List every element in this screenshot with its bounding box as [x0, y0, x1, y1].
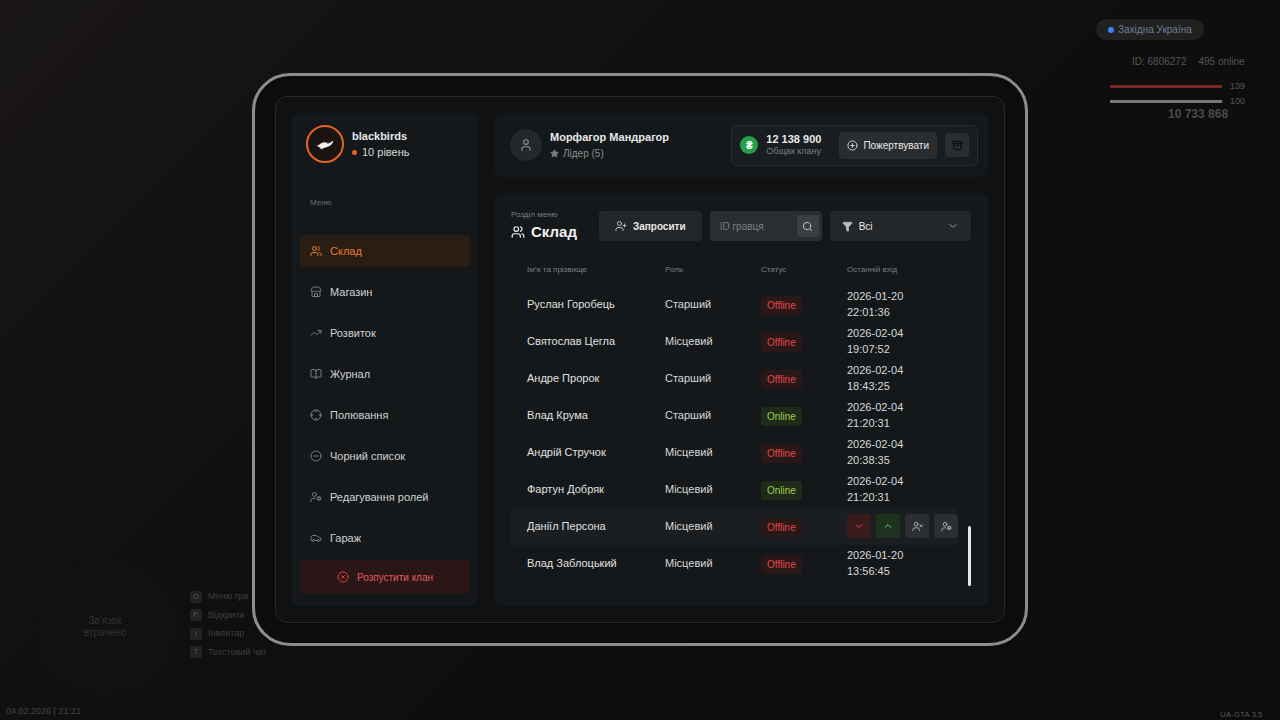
table-header: Ім'я та прізвищеРольСтатусОстанній вхід: [511, 264, 971, 286]
clan-info: blackbirds10 рівень: [300, 125, 470, 163]
health-bar: 139: [1110, 80, 1250, 94]
main-area: Морфагор МандрагорЛідер (5)₴12 138 900Об…: [494, 113, 988, 606]
promote-button[interactable]: [876, 514, 900, 538]
table-row[interactable]: Влад КрумаСтаршийOnline2026-02-04 21:20:…: [511, 397, 957, 434]
status-badge: Online: [761, 407, 802, 426]
player-info: ID: 6806272495 online: [1132, 54, 1245, 69]
table-row[interactable]: Руслан ГоробецьСтаршийOffline2026-01-20 …: [511, 286, 957, 323]
sidebar-item[interactable]: Чорний список: [300, 440, 470, 472]
clan-logo-icon: [306, 125, 344, 163]
filter-dropdown[interactable]: Всі: [830, 211, 971, 241]
row-actions: [847, 514, 958, 538]
role-button[interactable]: [934, 514, 958, 538]
armor-bar: 100: [1110, 95, 1250, 109]
status-badge: Online: [761, 481, 802, 500]
table-row[interactable]: Андрій СтручокМісцевийOffline2026-02-04 …: [511, 434, 957, 471]
content-panel: Розділ менюСкладЗапроситиID гравцяВсіІм'…: [494, 193, 988, 606]
region-badge: Західна Україна: [1096, 19, 1204, 40]
game-screen: Західна УкраїнаID: 6806272495 online1391…: [0, 0, 1280, 720]
table-row[interactable]: Влад ЗаблоцькийМісцевийOffline2026-01-20…: [511, 545, 957, 582]
sidebar-item[interactable]: Гараж: [300, 522, 470, 552]
player-id-search[interactable]: ID гравця: [710, 211, 822, 241]
sidebar: blackbirds10 рівеньМенюСкладМагазинРозви…: [292, 113, 478, 606]
table-row[interactable]: Андре ПророкСтаршийOffline2026-02-04 18:…: [511, 360, 957, 397]
avatar-icon: [510, 129, 542, 161]
minimap: Зв'язок втрачено: [32, 558, 178, 696]
dissolve-clan-button[interactable]: Розпустити клан: [300, 560, 470, 594]
level-dot-icon: [352, 150, 357, 155]
donate-button[interactable]: Пожертвувати: [839, 132, 937, 159]
kick-button[interactable]: [905, 514, 929, 538]
status-badge: Offline: [761, 296, 802, 315]
invite-button[interactable]: Запросити: [599, 211, 702, 241]
currency-icon: ₴: [740, 136, 758, 154]
datetime: 04.02.2026 | 21:21: [6, 705, 81, 719]
status-badge: Offline: [761, 518, 802, 537]
status-badge: Offline: [761, 333, 802, 352]
region-dot-icon: [1108, 27, 1114, 33]
status-badge: Offline: [761, 555, 802, 574]
sidebar-item[interactable]: Магазин: [300, 276, 470, 308]
version: UA-GTA 3.5: [1220, 709, 1263, 720]
sidebar-item[interactable]: Журнал: [300, 358, 470, 390]
status-badge: Offline: [761, 370, 802, 389]
key-hint: IІнвентар: [190, 627, 267, 641]
money-display: 10 733 868: [1168, 105, 1228, 123]
header: Морфагор МандрагорЛідер (5)₴12 138 900Об…: [494, 113, 988, 177]
sidebar-item[interactable]: Розвиток: [300, 317, 470, 349]
tablet: blackbirds10 рівеньМенюСкладМагазинРозви…: [252, 73, 1028, 646]
sidebar-item[interactable]: Полювання: [300, 399, 470, 431]
balance-box: ₴12 138 900Общак клануПожертвувати: [731, 125, 978, 166]
scrollbar[interactable]: [968, 526, 971, 586]
search-icon[interactable]: [797, 215, 819, 237]
table-body: Руслан ГоробецьСтаршийOffline2026-01-20 …: [511, 286, 971, 605]
archive-button[interactable]: [945, 133, 969, 157]
key-hint: TТекстовий чат: [190, 646, 267, 660]
table-row[interactable]: Фартун ДобрякМісцевийOnline2026-02-04 21…: [511, 471, 957, 508]
status-badge: Offline: [761, 444, 802, 463]
tablet-screen: blackbirds10 рівеньМенюСкладМагазинРозви…: [275, 96, 1005, 623]
sidebar-item[interactable]: Склад: [300, 235, 470, 267]
sidebar-item[interactable]: Редагування ролей: [300, 481, 470, 513]
sidebar-menu: Склад Магазин Розвиток Журнал Полювання Чорни…: [300, 235, 470, 552]
demote-button[interactable]: [847, 514, 871, 538]
table-row[interactable]: Святослав ЦеглаМісцевийOffline2026-02-04…: [511, 323, 957, 360]
table-row[interactable]: Даніїл ПерсонаМісцевийOffline: [511, 508, 957, 545]
members-table: Ім'я та прізвищеРольСтатусОстанній вхідР…: [511, 264, 971, 605]
